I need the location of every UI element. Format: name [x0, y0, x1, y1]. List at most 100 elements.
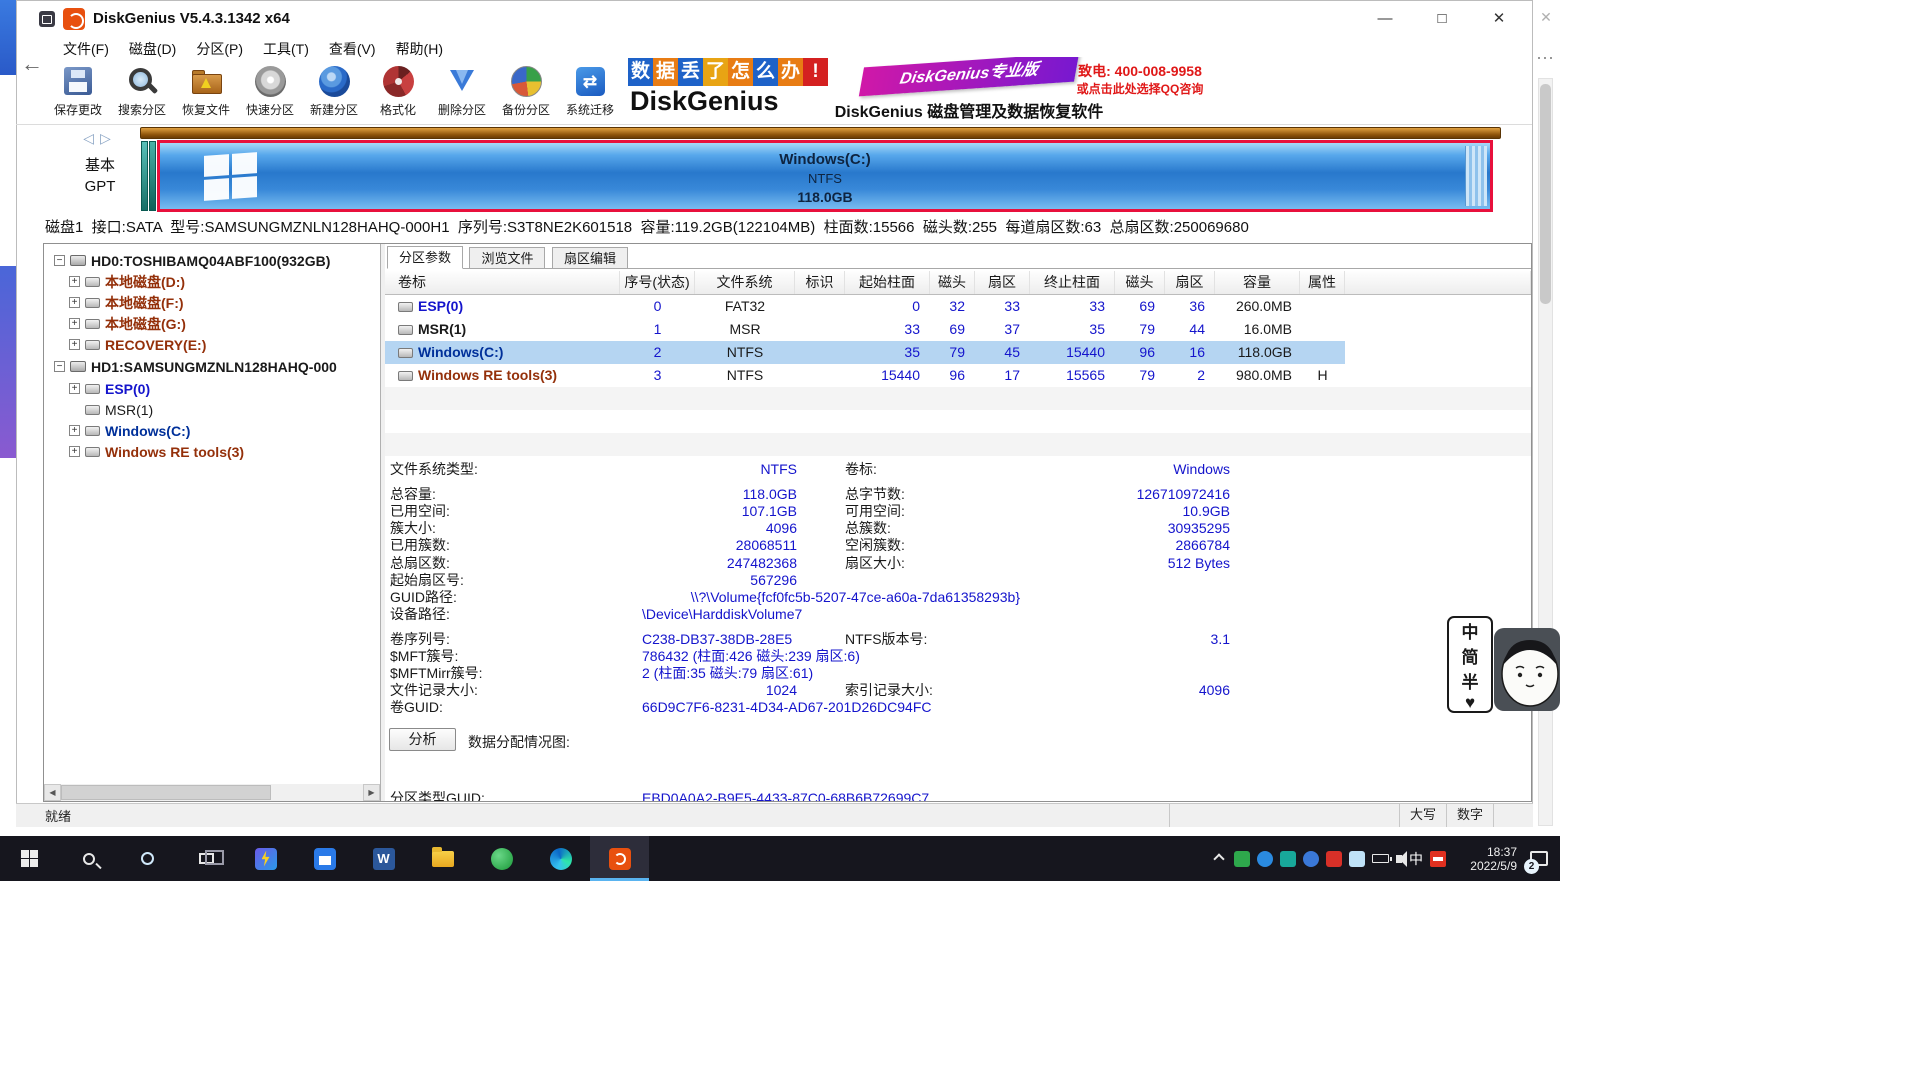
action-center-button[interactable]: 2: [1524, 836, 1554, 881]
taskbar-store-button[interactable]: [295, 836, 354, 881]
battery-icon[interactable]: [1372, 854, 1389, 863]
minimize-button[interactable]: —: [1369, 6, 1401, 32]
tree-item-local-d[interactable]: +本地磁盘(D:): [44, 271, 380, 292]
partition-table-header: 卷标 序号(状态) 文件系统 标识 起始柱面 磁头 扇区 终止柱面 磁头 扇区 …: [385, 271, 1531, 295]
tray-snowflake-icon[interactable]: [1349, 851, 1365, 867]
tree-horizontal-scrollbar[interactable]: ◀ ▶: [44, 784, 380, 801]
volume-icon: [85, 384, 100, 394]
quick-partition-button[interactable]: 快速分区: [238, 60, 302, 123]
disk-overview-bar[interactable]: [140, 127, 1501, 139]
save-changes-icon: [64, 67, 92, 95]
expander-icon[interactable]: +: [69, 297, 80, 308]
maximize-button[interactable]: □: [1426, 6, 1458, 32]
menu-file[interactable]: 文件(F): [53, 37, 119, 61]
expander-icon[interactable]: −: [54, 361, 65, 372]
detail-row: 起始扇区号:567296: [390, 572, 1230, 589]
expander-icon[interactable]: +: [69, 383, 80, 394]
format-button[interactable]: 格式化: [366, 60, 430, 123]
tree-item-local-f[interactable]: +本地磁盘(F:): [44, 292, 380, 313]
detail-row: 总扇区数:247482368 扇区大小:512 Bytes: [390, 555, 1230, 572]
taskbar-file-explorer-button[interactable]: [413, 836, 472, 881]
empty-row: [385, 433, 1531, 456]
expander-icon[interactable]: +: [69, 425, 80, 436]
volume-icon: [85, 298, 100, 308]
menu-view[interactable]: 查看(V): [319, 37, 386, 61]
tray-red-app-icon[interactable]: [1326, 851, 1342, 867]
disk-nav-arrows[interactable]: ◁▷: [68, 130, 132, 147]
cortana-button[interactable]: [118, 836, 177, 881]
viewer-close-icon[interactable]: ✕: [1534, 6, 1558, 28]
recover-files-button[interactable]: 恢复文件: [174, 60, 238, 123]
taskbar-search-button[interactable]: [59, 836, 118, 881]
tree-item-hd1[interactable]: −HD1:SAMSUNGMZNLN128HAHQ-000: [44, 356, 380, 377]
volume-icon: [398, 325, 413, 335]
save-changes-button[interactable]: 保存更改: [46, 60, 110, 123]
close-button[interactable]: ✕: [1483, 6, 1515, 32]
expander-icon[interactable]: +: [69, 318, 80, 329]
menu-disk[interactable]: 磁盘(D): [119, 37, 186, 61]
word-icon: [373, 848, 395, 870]
expander-icon[interactable]: −: [54, 255, 65, 266]
taskbar-diskgenius-button[interactable]: [590, 836, 649, 881]
tray-security-icon[interactable]: [1430, 851, 1446, 867]
menu-help[interactable]: 帮助(H): [386, 37, 453, 61]
msr-partition-block[interactable]: [149, 141, 156, 211]
ad-qq-link[interactable]: 或点击此处选择QQ咨询: [1072, 80, 1208, 97]
menu-partition[interactable]: 分区(P): [186, 37, 253, 61]
taskbar-green-browser-button[interactable]: [472, 836, 531, 881]
scroll-right-icon[interactable]: ▶: [363, 784, 380, 801]
new-partition-button[interactable]: 新建分区: [302, 60, 366, 123]
tree-item-local-g[interactable]: +本地磁盘(G:): [44, 313, 380, 334]
expander-icon[interactable]: +: [69, 276, 80, 287]
tree-item-windows-re[interactable]: +Windows RE tools(3): [44, 441, 380, 462]
ime-indicator[interactable]: 中: [1409, 851, 1423, 867]
tray-teal-app-icon[interactable]: [1280, 851, 1296, 867]
tree-item-hd0[interactable]: −HD0:TOSHIBAMQ04ABF100(932GB): [44, 250, 380, 271]
taskbar-word-button[interactable]: [354, 836, 413, 881]
start-button[interactable]: [0, 836, 59, 881]
viewer-scrollbar-thumb[interactable]: [1540, 84, 1551, 304]
tree-item-msr[interactable]: MSR(1): [44, 399, 380, 420]
taskbar-bolt-app-button[interactable]: [236, 836, 295, 881]
delete-partition-button[interactable]: 删除分区: [430, 60, 494, 123]
sticker-face[interactable]: [1494, 628, 1560, 711]
volume-speaker-icon[interactable]: [1396, 855, 1402, 863]
ad-banner[interactable]: 数 据 丢 了 怎 么 办 ! DiskGenius DiskGenius专业版…: [626, 57, 1210, 123]
statusbar: 就绪 大写 数字: [16, 803, 1533, 827]
table-row-msr[interactable]: MSR(1) 1 MSR 33 69 37 35 79 44 16.0MB: [385, 318, 1345, 341]
system-migration-button[interactable]: 系统迁移: [558, 60, 622, 123]
tab-sector-edit[interactable]: 扇区编辑: [552, 247, 628, 269]
table-row-esp[interactable]: ESP(0) 0 FAT32 0 32 33 33 69 36 260.0MB: [385, 295, 1345, 318]
taskbar: 中 18:37 2022/5/9 2: [0, 836, 1560, 881]
empty-row: [385, 410, 1531, 433]
analyze-button[interactable]: 分析: [389, 728, 456, 751]
system-migration-icon: [576, 67, 605, 96]
windows-partition-block[interactable]: Windows(C:) NTFS 118.0GB: [157, 140, 1493, 212]
caps-indicator: 大写: [1399, 804, 1446, 827]
task-view-button[interactable]: [177, 836, 236, 881]
search-partition-button[interactable]: 搜索分区: [110, 60, 174, 123]
expander-icon[interactable]: +: [69, 446, 80, 457]
expander-icon[interactable]: +: [69, 339, 80, 350]
taskbar-clock[interactable]: 18:37 2022/5/9: [1453, 845, 1517, 873]
scroll-left-icon[interactable]: ◀: [44, 784, 61, 801]
tree-item-esp[interactable]: +ESP(0): [44, 378, 380, 399]
taskbar-edge-button[interactable]: [531, 836, 590, 881]
ad-tagline: DiskGenius 磁盘管理及数据恢复软件: [789, 98, 1149, 122]
tree-item-recovery-e[interactable]: +RECOVERY(E:): [44, 334, 380, 355]
scrollbar-thumb[interactable]: [61, 785, 271, 800]
table-row-windows-c[interactable]: Windows(C:) 2 NTFS 35 79 45 15440 96 16 …: [385, 341, 1345, 364]
esp-partition-block[interactable]: [141, 141, 148, 211]
table-row-windows-re[interactable]: Windows RE tools(3) 3 NTFS 15440 96 17 1…: [385, 364, 1345, 387]
hidden-icons-chevron[interactable]: [1213, 853, 1224, 864]
tab-browse-files[interactable]: 浏览文件: [469, 247, 545, 269]
ime-floating-widget[interactable]: 中 简 半 ♥: [1447, 616, 1493, 713]
tray-messenger-icon[interactable]: [1303, 851, 1319, 867]
tree-item-windows-c[interactable]: +Windows(C:): [44, 420, 380, 441]
tab-partition-params[interactable]: 分区参数: [387, 246, 463, 269]
menu-tools[interactable]: 工具(T): [253, 37, 319, 61]
tray-green-shield-icon[interactable]: [1234, 851, 1250, 867]
backup-partition-button[interactable]: 备份分区: [494, 60, 558, 123]
tray-blue-circle-icon[interactable]: [1257, 851, 1273, 867]
more-options-icon[interactable]: ⋯: [1533, 48, 1557, 68]
